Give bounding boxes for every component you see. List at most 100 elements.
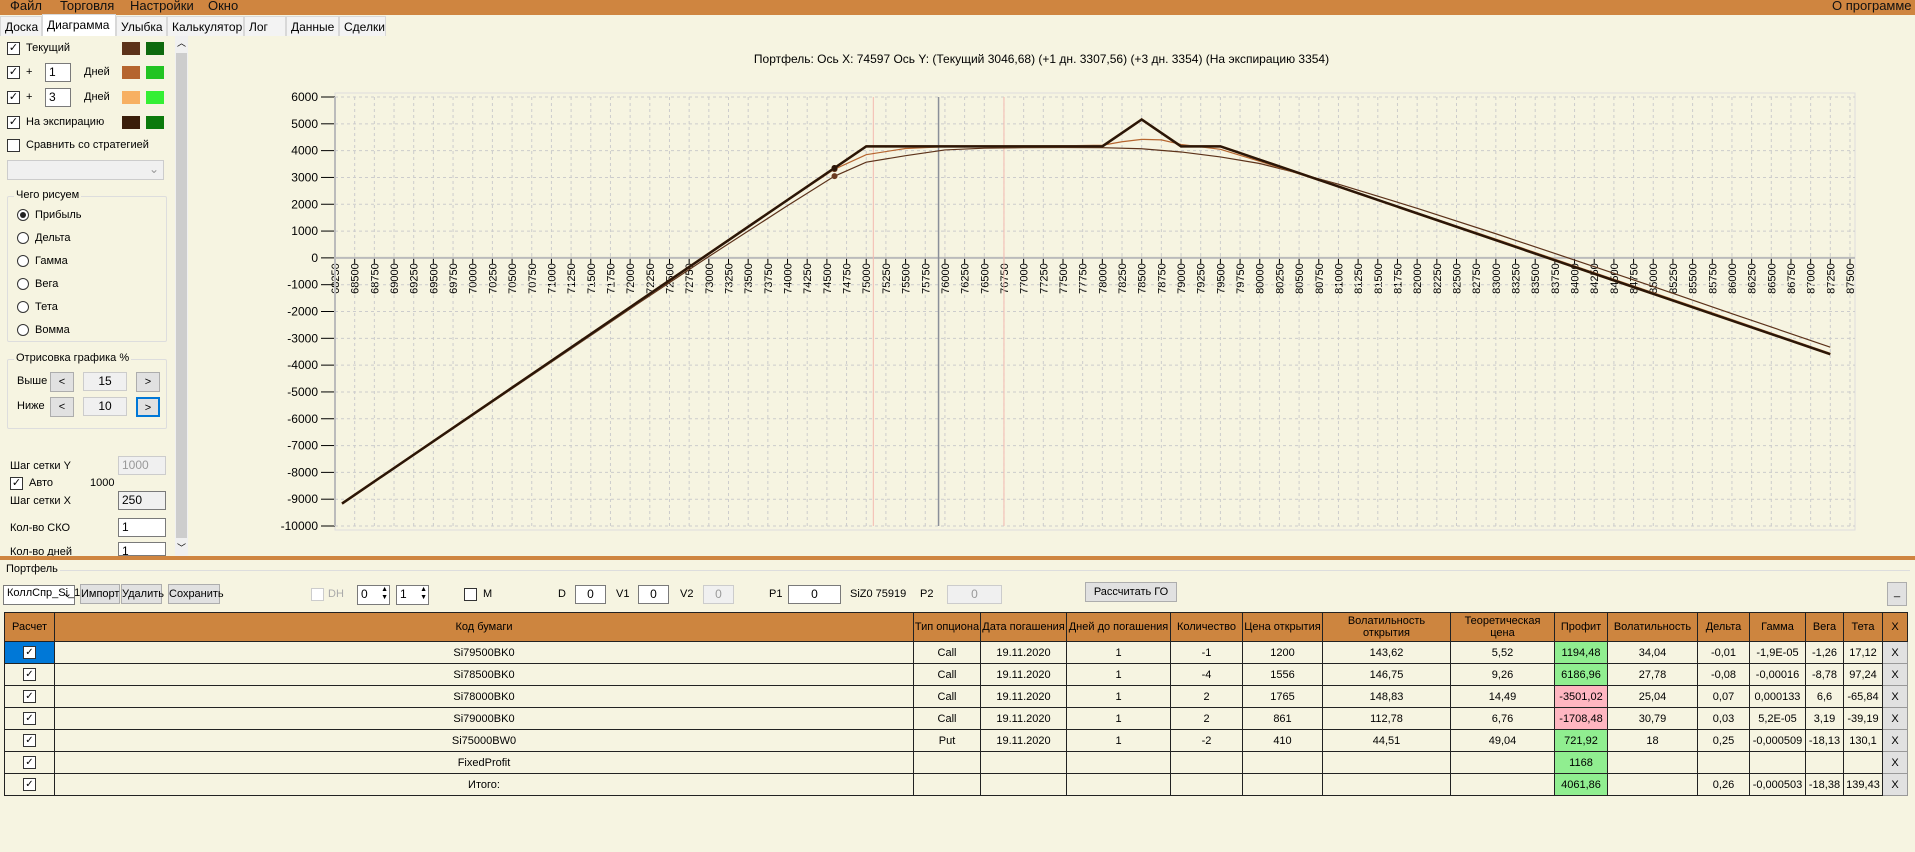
- tab-calculator[interactable]: Калькулятор: [167, 16, 244, 36]
- column-header[interactable]: Количество: [1170, 612, 1243, 642]
- remove-row-button[interactable]: X: [1882, 751, 1908, 774]
- column-header[interactable]: Теоретическая цена: [1450, 612, 1555, 642]
- compare-checkbox[interactable]: [7, 139, 20, 152]
- remove-row-button[interactable]: X: [1882, 641, 1908, 664]
- spin-arrows-icon[interactable]: ▲ ▼: [381, 586, 388, 602]
- column-header[interactable]: X: [1882, 612, 1908, 642]
- radio-profit[interactable]: [17, 209, 29, 221]
- radio-gamma[interactable]: [17, 255, 29, 267]
- radio-theta[interactable]: [17, 301, 29, 313]
- calc-checkbox[interactable]: ✓: [23, 668, 36, 681]
- v1-input[interactable]: 0: [638, 585, 669, 604]
- strategy-select[interactable]: ⌄: [7, 160, 164, 180]
- d-input[interactable]: 0: [575, 585, 606, 604]
- plus3-days-input[interactable]: 3: [45, 88, 71, 107]
- table-row[interactable]: ✓ Si79500BK0 Call 19.11.2020 1 -1 1200 143,62 5,…: [4, 641, 1908, 664]
- calc-checkbox-cell[interactable]: ✓: [4, 641, 55, 664]
- calc-checkbox[interactable]: ✓: [23, 756, 36, 769]
- remove-row-button[interactable]: X: [1882, 663, 1908, 686]
- remove-row-button[interactable]: X: [1882, 685, 1908, 708]
- v2-input[interactable]: 0: [703, 585, 734, 604]
- column-header[interactable]: Волатильность: [1607, 612, 1698, 642]
- scroll-up-icon[interactable]: ︿: [177, 36, 186, 49]
- calc-checkbox[interactable]: ✓: [23, 646, 36, 659]
- p1-input[interactable]: 0: [788, 585, 841, 604]
- current-checkbox[interactable]: ✓: [7, 42, 20, 55]
- scroll-down-icon[interactable]: ﹀: [177, 541, 186, 554]
- spin-arrows-icon[interactable]: ▲ ▼: [420, 586, 427, 602]
- below-increase-button[interactable]: >: [136, 397, 160, 417]
- plus1-days-input[interactable]: 1: [45, 63, 71, 82]
- calc-checkbox[interactable]: ✓: [23, 712, 36, 725]
- plus1-checkbox[interactable]: ✓: [7, 66, 20, 79]
- table-row[interactable]: ✓ Si75000BW0 Put 19.11.2020 1 -2 410 44,51 49,04…: [4, 729, 1908, 752]
- menu-window[interactable]: Окно: [208, 0, 238, 13]
- calc-checkbox-cell[interactable]: ✓: [4, 663, 55, 686]
- menu-about[interactable]: О программе: [1832, 0, 1912, 13]
- sko-input[interactable]: 1: [118, 518, 166, 537]
- plus3-checkbox[interactable]: ✓: [7, 91, 20, 104]
- table-row[interactable]: ✓ Si78000BK0 Call 19.11.2020 1 2 1765 148,83 14,…: [4, 685, 1908, 708]
- above-increase-button[interactable]: >: [136, 372, 160, 392]
- p2-input[interactable]: 0: [947, 585, 1002, 604]
- plus1-color-swatch-2[interactable]: [146, 66, 164, 79]
- column-header[interactable]: Тета: [1843, 612, 1883, 642]
- above-value[interactable]: 15: [83, 372, 127, 391]
- grid-x-input[interactable]: 250: [118, 491, 166, 510]
- plus3-color-swatch-2[interactable]: [146, 91, 164, 104]
- current-color-swatch-2[interactable]: [146, 42, 164, 55]
- table-row[interactable]: ✓ Si78500BK0 Call 19.11.2020 1 -4 1556 146,75 9,…: [4, 663, 1908, 686]
- calc-checkbox-cell[interactable]: ✓: [4, 773, 55, 796]
- column-header[interactable]: Цена открытия: [1242, 612, 1323, 642]
- dh-checkbox[interactable]: [311, 588, 324, 601]
- radio-delta[interactable]: [17, 232, 29, 244]
- spin-2[interactable]: 1 ▲ ▼: [396, 585, 429, 605]
- calc-checkbox[interactable]: ✓: [23, 778, 36, 791]
- auto-checkbox[interactable]: ✓: [10, 477, 23, 490]
- below-decrease-button[interactable]: <: [50, 397, 74, 417]
- above-decrease-button[interactable]: <: [50, 372, 74, 392]
- column-header[interactable]: Тип опциона: [913, 612, 981, 642]
- save-button[interactable]: Сохранить: [168, 584, 224, 604]
- column-header[interactable]: Код бумаги: [54, 612, 914, 642]
- calc-checkbox-cell[interactable]: ✓: [4, 707, 55, 730]
- menu-trading[interactable]: Торговля: [60, 0, 114, 13]
- left-panel-scrollbar[interactable]: ︿ ﹀: [175, 36, 188, 556]
- delete-button[interactable]: Удалить: [121, 584, 164, 604]
- menu-file[interactable]: Файл: [10, 0, 42, 13]
- remove-row-button[interactable]: X: [1882, 773, 1908, 796]
- spin-1[interactable]: 0 ▲ ▼: [357, 585, 390, 605]
- menu-settings[interactable]: Настройки: [130, 0, 194, 13]
- calc-checkbox-cell[interactable]: ✓: [4, 751, 55, 774]
- column-header[interactable]: Дней до погашения: [1066, 612, 1171, 642]
- days-count-input[interactable]: 1: [118, 542, 166, 556]
- table-row[interactable]: ✓ Si79000BK0 Call 19.11.2020 1 2 861 112,78 6,76…: [4, 707, 1908, 730]
- payoff-chart[interactable]: Портфель: Ось X: 74597 Ось Y: (Текущий 3…: [188, 36, 1915, 556]
- tab-log[interactable]: Лог: [244, 16, 286, 36]
- portfolio-select[interactable]: КоллСпр_Si_1 ⌄: [3, 585, 80, 605]
- plus3-color-swatch[interactable]: [122, 91, 140, 104]
- scroll-thumb[interactable]: [176, 53, 187, 538]
- grid-y-input[interactable]: 1000: [118, 456, 166, 475]
- tab-smile[interactable]: Улыбка: [116, 16, 167, 36]
- tab-board[interactable]: Доска: [0, 16, 42, 36]
- plus1-color-swatch[interactable]: [122, 66, 140, 79]
- column-header[interactable]: Вега: [1805, 612, 1844, 642]
- column-header[interactable]: Волатильность открытия: [1322, 612, 1451, 642]
- calc-checkbox[interactable]: ✓: [23, 690, 36, 703]
- column-header[interactable]: Гамма: [1749, 612, 1806, 642]
- table-row[interactable]: ✓ Итого: 4061,86 0,26 -0,000503 -18,38 139,43 X: [4, 773, 1908, 796]
- remove-row-button[interactable]: X: [1882, 707, 1908, 730]
- column-header[interactable]: Дата погашения: [980, 612, 1067, 642]
- expiration-color-swatch-2[interactable]: [146, 116, 164, 129]
- current-color-swatch[interactable]: [122, 42, 140, 55]
- expiration-color-swatch[interactable]: [122, 116, 140, 129]
- calc-checkbox-cell[interactable]: ✓: [4, 685, 55, 708]
- radio-vega[interactable]: [17, 278, 29, 290]
- expiration-checkbox[interactable]: ✓: [7, 116, 20, 129]
- calc-checkbox-cell[interactable]: ✓: [4, 729, 55, 752]
- column-header[interactable]: Дельта: [1697, 612, 1750, 642]
- remove-row-button[interactable]: X: [1882, 729, 1908, 752]
- chart-plot[interactable]: 6825068500687506900069250695006975070000…: [188, 36, 1915, 556]
- m-checkbox[interactable]: [464, 588, 477, 601]
